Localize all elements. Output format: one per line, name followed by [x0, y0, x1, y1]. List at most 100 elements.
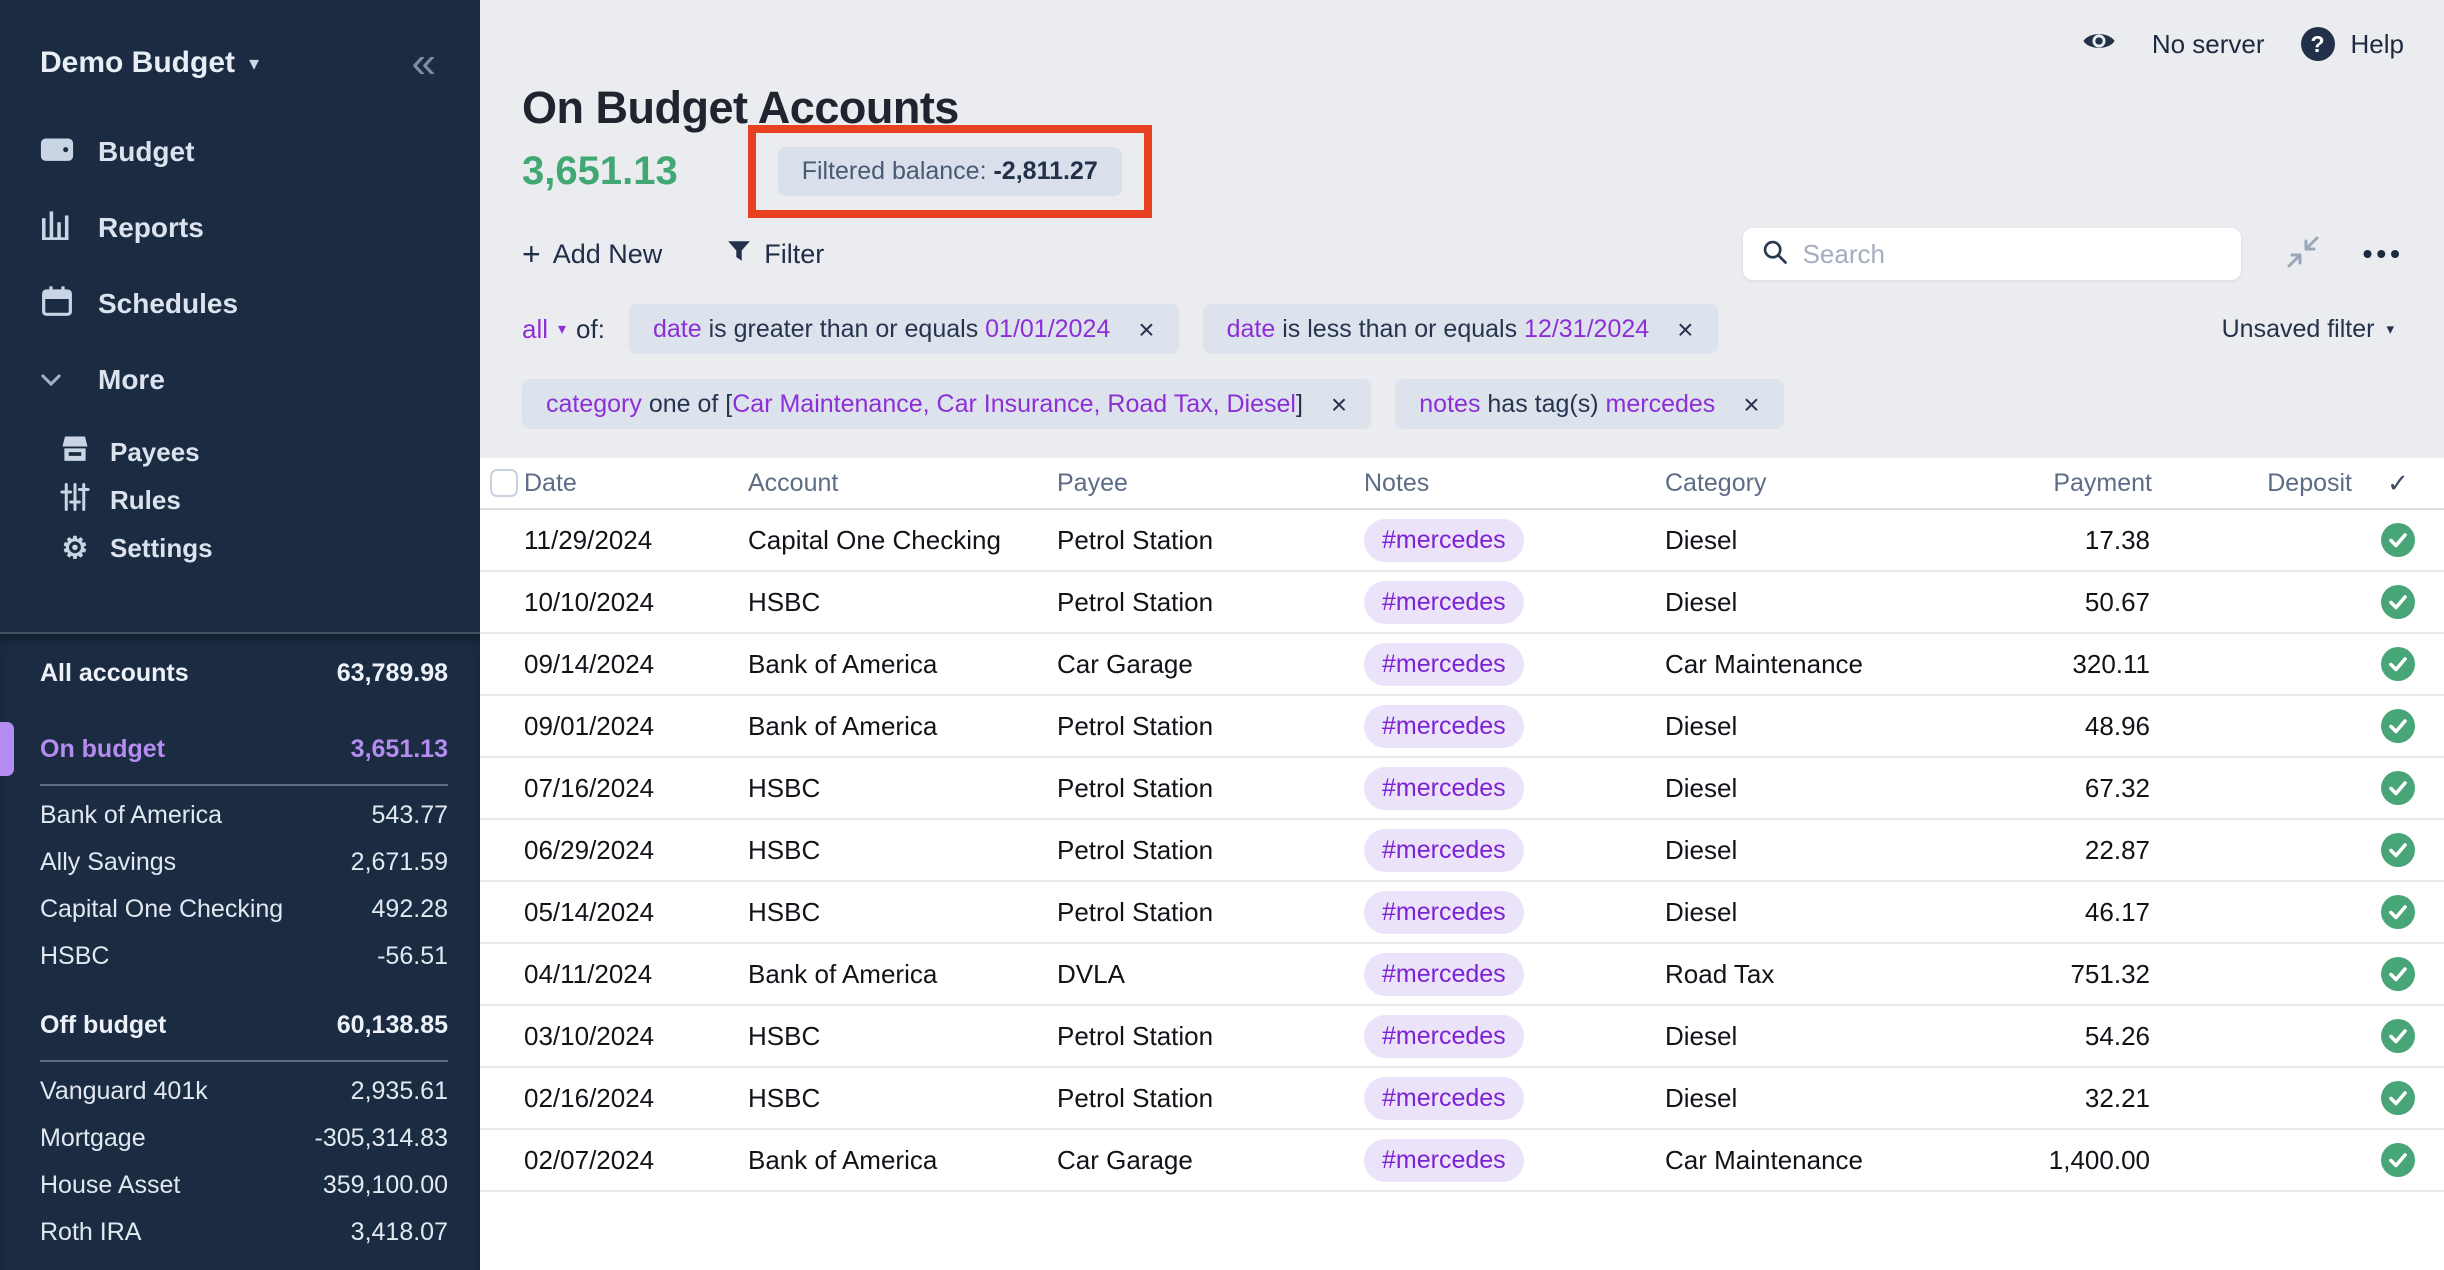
note-tag[interactable]: #mercedes [1364, 953, 1524, 996]
cell-category[interactable]: Car Maintenance [1665, 1145, 1962, 1176]
cleared-check-icon[interactable] [2352, 708, 2444, 744]
remove-filter-icon[interactable]: × [1677, 317, 1693, 342]
budget-switcher[interactable]: Demo Budget ▾ [40, 46, 259, 80]
column-header-account[interactable]: Account [748, 469, 1057, 498]
transaction-row[interactable]: 03/10/2024 HSBC Petrol Station #mercedes… [480, 1006, 2444, 1068]
cell-payment[interactable]: 50.67 [1962, 587, 2152, 618]
sidebar-account-item[interactable]: Ally Savings 2,671.59 [40, 839, 448, 886]
cell-notes[interactable]: #mercedes [1364, 1077, 1665, 1120]
cell-date[interactable]: 10/10/2024 [524, 587, 748, 618]
cell-payment[interactable]: 17.38 [1962, 525, 2152, 556]
cell-payment[interactable]: 54.26 [1962, 1021, 2152, 1052]
cell-date[interactable]: 02/16/2024 [524, 1083, 748, 1114]
cell-payment[interactable]: 1,400.00 [1962, 1145, 2152, 1176]
cell-account[interactable]: Capital One Checking [748, 525, 1057, 556]
cell-payment[interactable]: 46.17 [1962, 897, 2152, 928]
cell-notes[interactable]: #mercedes [1364, 1015, 1665, 1058]
sidebar-account-item[interactable]: Roth IRA 3,418.07 [40, 1209, 448, 1256]
transaction-row[interactable]: 02/07/2024 Bank of America Car Garage #m… [480, 1130, 2444, 1192]
cleared-check-icon[interactable] [2352, 584, 2444, 620]
column-header-notes[interactable]: Notes [1364, 469, 1665, 498]
cell-payment[interactable]: 320.11 [1962, 649, 2152, 680]
cell-payee[interactable]: Car Garage [1057, 1145, 1364, 1176]
filter-condition-chip[interactable]: date is greater than or equals 01/01/202… [629, 304, 1179, 354]
cell-category[interactable]: Car Maintenance [1665, 649, 1962, 680]
column-header-payment[interactable]: Payment [1962, 469, 2152, 498]
cell-payee[interactable]: Petrol Station [1057, 835, 1364, 866]
note-tag[interactable]: #mercedes [1364, 829, 1524, 872]
cell-date[interactable]: 04/11/2024 [524, 959, 748, 990]
cell-date[interactable]: 02/07/2024 [524, 1145, 748, 1176]
cell-date[interactable]: 05/14/2024 [524, 897, 748, 928]
transaction-row[interactable]: 11/29/2024 Capital One Checking Petrol S… [480, 510, 2444, 572]
transaction-row[interactable]: 04/11/2024 Bank of America DVLA #mercede… [480, 944, 2444, 1006]
cleared-check-icon[interactable] [2352, 770, 2444, 806]
filter-condition-chip[interactable]: category one of [Car Maintenance, Car In… [522, 379, 1371, 429]
cell-category[interactable]: Diesel [1665, 587, 1962, 618]
cell-date[interactable]: 09/14/2024 [524, 649, 748, 680]
cell-category[interactable]: Diesel [1665, 1083, 1962, 1114]
select-all-checkbox[interactable] [490, 469, 518, 497]
sidebar-item-rules[interactable]: Rules [0, 476, 480, 524]
transaction-row[interactable]: 02/16/2024 HSBC Petrol Station #mercedes… [480, 1068, 2444, 1130]
cell-category[interactable]: Diesel [1665, 1021, 1962, 1052]
help-button[interactable]: ? Help [2301, 27, 2404, 61]
cell-category[interactable]: Diesel [1665, 711, 1962, 742]
cell-account[interactable]: HSBC [748, 897, 1057, 928]
note-tag[interactable]: #mercedes [1364, 1077, 1524, 1120]
sidebar-account-item[interactable]: Mortgage -305,314.83 [40, 1115, 448, 1162]
cell-notes[interactable]: #mercedes [1364, 581, 1665, 624]
cell-category[interactable]: Diesel [1665, 835, 1962, 866]
cell-payee[interactable]: Petrol Station [1057, 1083, 1364, 1114]
collapse-transactions-icon[interactable] [2283, 232, 2323, 277]
cell-account[interactable]: HSBC [748, 1083, 1057, 1114]
cell-notes[interactable]: #mercedes [1364, 1139, 1665, 1182]
note-tag[interactable]: #mercedes [1364, 767, 1524, 810]
cell-account[interactable]: HSBC [748, 773, 1057, 804]
remove-filter-icon[interactable]: × [1743, 392, 1759, 417]
remove-filter-icon[interactable]: × [1138, 317, 1154, 342]
sidebar-account-item[interactable]: House Asset 359,100.00 [40, 1162, 448, 1209]
note-tag[interactable]: #mercedes [1364, 705, 1524, 748]
cell-payee[interactable]: Petrol Station [1057, 711, 1364, 742]
cell-date[interactable]: 09/01/2024 [524, 711, 748, 742]
note-tag[interactable]: #mercedes [1364, 519, 1524, 562]
column-header-payee[interactable]: Payee [1057, 469, 1364, 498]
note-tag[interactable]: #mercedes [1364, 581, 1524, 624]
cell-account[interactable]: HSBC [748, 835, 1057, 866]
cleared-check-icon[interactable] [2352, 646, 2444, 682]
cell-category[interactable]: Diesel [1665, 773, 1962, 804]
cell-account[interactable]: Bank of America [748, 1145, 1057, 1176]
sidebar-item-reports[interactable]: Reports [0, 190, 480, 266]
more-options-icon[interactable]: ••• [2363, 238, 2404, 270]
cell-notes[interactable]: #mercedes [1364, 767, 1665, 810]
cell-category[interactable]: Road Tax [1665, 959, 1962, 990]
cell-payee[interactable]: Petrol Station [1057, 897, 1364, 928]
transaction-row[interactable]: 09/01/2024 Bank of America Petrol Statio… [480, 696, 2444, 758]
cell-date[interactable]: 11/29/2024 [524, 525, 748, 556]
match-mode-dropdown[interactable]: all [522, 314, 548, 345]
sidebar-item-more[interactable]: More [0, 342, 480, 418]
collapse-sidebar-icon[interactable]: « [412, 48, 436, 78]
transaction-row[interactable]: 10/10/2024 HSBC Petrol Station #mercedes… [480, 572, 2444, 634]
note-tag[interactable]: #mercedes [1364, 1015, 1524, 1058]
transaction-row[interactable]: 05/14/2024 HSBC Petrol Station #mercedes… [480, 882, 2444, 944]
sidebar-item-on-budget[interactable]: On budget 3,651.13 [40, 724, 448, 774]
note-tag[interactable]: #mercedes [1364, 643, 1524, 686]
filter-condition-chip[interactable]: date is less than or equals 12/31/2024× [1203, 304, 1718, 354]
cell-notes[interactable]: #mercedes [1364, 891, 1665, 934]
cleared-check-icon[interactable] [2352, 956, 2444, 992]
sidebar-item-budget[interactable]: Budget [0, 114, 480, 190]
cell-date[interactable]: 03/10/2024 [524, 1021, 748, 1052]
sidebar-item-off-budget[interactable]: Off budget 60,138.85 [40, 1000, 448, 1050]
cell-payee[interactable]: Petrol Station [1057, 773, 1364, 804]
cleared-check-icon[interactable] [2352, 1080, 2444, 1116]
cell-payment[interactable]: 67.32 [1962, 773, 2152, 804]
filter-condition-chip[interactable]: notes has tag(s) mercedes× [1395, 379, 1783, 429]
transaction-row[interactable]: 06/29/2024 HSBC Petrol Station #mercedes… [480, 820, 2444, 882]
sidebar-item-all-accounts[interactable]: All accounts 63,789.98 [40, 648, 448, 698]
cell-payee[interactable]: Petrol Station [1057, 525, 1364, 556]
add-new-button[interactable]: + Add New [522, 239, 662, 270]
cell-payee[interactable]: DVLA [1057, 959, 1364, 990]
cell-notes[interactable]: #mercedes [1364, 705, 1665, 748]
